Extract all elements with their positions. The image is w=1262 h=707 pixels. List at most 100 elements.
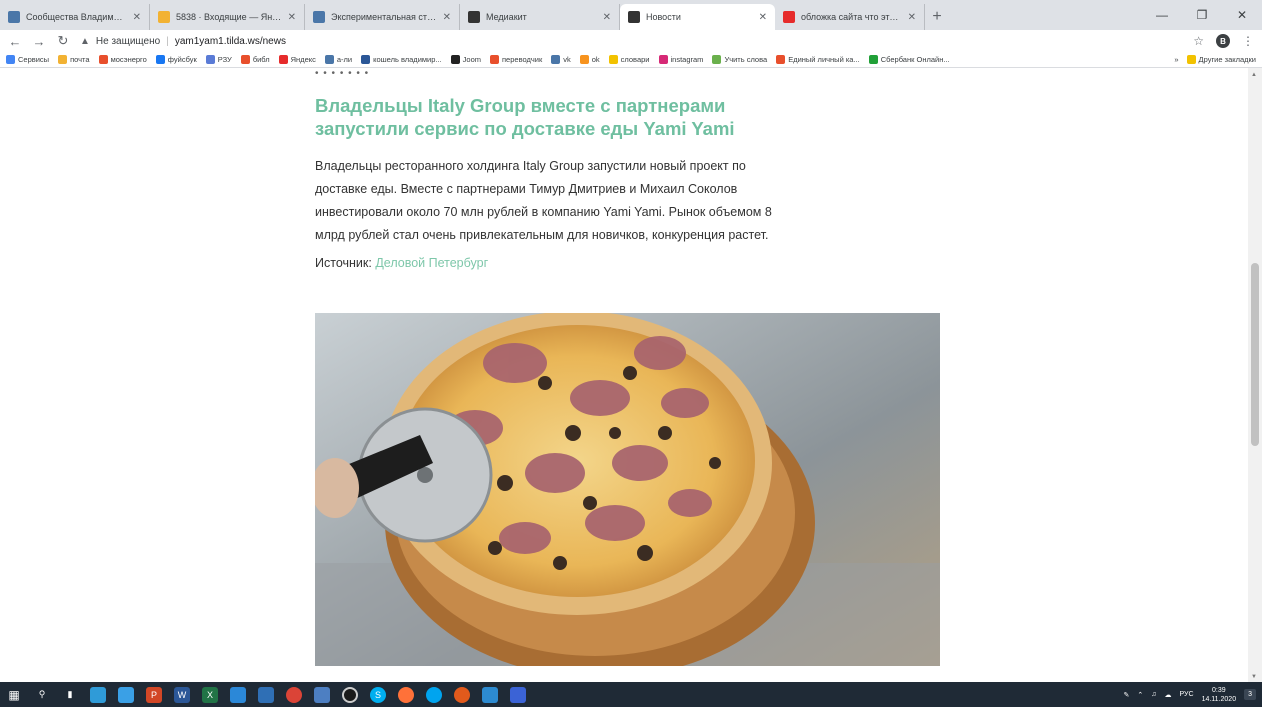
bookmark-item[interactable]: Учить слова xyxy=(712,55,767,64)
bookmark-item[interactable]: a-ли xyxy=(324,55,352,64)
bookmark-item[interactable]: мосэнерго xyxy=(98,55,147,64)
app-icon-4[interactable] xyxy=(426,686,442,703)
tray-expand-icon[interactable]: ⌃ xyxy=(1137,691,1143,699)
app-icon-5[interactable] xyxy=(454,686,470,703)
close-tab-icon[interactable]: ✕ xyxy=(759,12,767,23)
bookmark-item[interactable]: кошель владимир... xyxy=(361,55,442,64)
bookmark-label: ok xyxy=(591,55,600,64)
other-bookmarks-folder[interactable]: Другие закладки xyxy=(1186,55,1256,64)
clock-date: 14.11.2020 xyxy=(1201,695,1237,703)
vk-icon xyxy=(313,11,325,23)
browser-tab[interactable]: 5838 · Входящие — Яндекс.Почт ✕ xyxy=(150,4,305,30)
bookmark-item[interactable]: библ xyxy=(240,55,270,64)
bookmark-item[interactable]: РЗУ xyxy=(205,55,232,64)
browser-tab[interactable]: Экспериментальная студ. пресс ✕ xyxy=(305,4,460,30)
close-tab-icon[interactable]: ✕ xyxy=(443,12,451,23)
word-icon[interactable]: W xyxy=(174,686,190,703)
clock-time: 0:39 xyxy=(1212,686,1226,694)
calendar-icon[interactable] xyxy=(230,686,246,703)
forward-arrow-icon[interactable]: → xyxy=(32,34,46,49)
search-icon[interactable]: ⚲ xyxy=(34,687,50,703)
bookmark-item[interactable]: почта xyxy=(58,55,90,64)
people-icon[interactable]: ✎ xyxy=(1124,691,1130,699)
bookmark-item[interactable]: словари xyxy=(608,55,650,64)
bookmark-item[interactable]: ok xyxy=(579,55,600,64)
tab-title: Новости xyxy=(646,12,681,22)
notification-center-icon[interactable]: 3 xyxy=(1244,689,1256,700)
windows-start-icon[interactable]: ▦ xyxy=(6,687,22,703)
bookmark-item[interactable]: Joom xyxy=(450,55,481,64)
powerpoint-icon[interactable]: P xyxy=(146,686,162,703)
tab-title: Сообщества Владимира Кошел xyxy=(26,12,127,22)
bookmark-item[interactable]: Сервисы xyxy=(6,55,49,64)
app-icon-1[interactable] xyxy=(118,686,134,703)
minimize-icon[interactable]: — xyxy=(1142,0,1182,30)
bookmark-favicon-icon xyxy=(712,55,722,64)
source-link[interactable]: Деловой Петербург xyxy=(375,256,488,270)
close-tab-icon[interactable]: ✕ xyxy=(133,12,141,23)
app-icon-7[interactable] xyxy=(510,686,526,703)
app-icon-2[interactable] xyxy=(314,686,330,703)
bookmark-label: библ xyxy=(252,55,270,64)
photos-icon[interactable] xyxy=(258,686,274,703)
bookmark-item[interactable]: фуйсбук xyxy=(155,55,197,64)
firefox-icon[interactable] xyxy=(398,686,414,703)
network-icon[interactable]: ☁ xyxy=(1165,691,1172,699)
excel-icon[interactable]: X xyxy=(202,686,218,703)
browser-tab[interactable]: Медиакит ✕ xyxy=(460,4,620,30)
scrollbar-thumb[interactable] xyxy=(1251,262,1259,446)
article-source: Источник: Деловой Петербург xyxy=(315,256,488,270)
bookmark-label: Сбербанк Онлайн... xyxy=(880,55,950,64)
bookmark-item[interactable]: instagram xyxy=(658,55,704,64)
chrome-icon[interactable] xyxy=(286,686,302,703)
not-secure-label[interactable]: Не защищено xyxy=(96,36,160,47)
profile-avatar[interactable]: B xyxy=(1216,34,1230,48)
language-indicator[interactable]: РУС xyxy=(1180,691,1194,698)
url-text[interactable]: yam1yam1.tilda.ws/news xyxy=(175,36,286,47)
browser-tab[interactable]: Сообщества Владимира Кошел ✕ xyxy=(0,4,150,30)
reload-icon[interactable]: ↻ xyxy=(56,33,70,49)
scroll-up-icon[interactable]: ▲ xyxy=(1251,72,1257,78)
restore-icon[interactable]: ❐ xyxy=(1182,0,1222,30)
system-tray: ✎ ⌃ ♫ ☁ РУС 0:39 14.11.2020 3 xyxy=(1124,686,1256,704)
close-window-icon[interactable]: ✕ xyxy=(1222,0,1262,30)
app-icon-3[interactable] xyxy=(342,686,358,703)
folder-icon xyxy=(1186,55,1196,64)
close-tab-icon[interactable]: ✕ xyxy=(603,12,611,23)
skype-icon[interactable]: S xyxy=(370,686,386,703)
bookmark-item[interactable]: переводчик xyxy=(490,55,542,64)
scroll-down-icon[interactable]: ▼ xyxy=(1251,674,1257,680)
clock[interactable]: 0:39 14.11.2020 xyxy=(1202,686,1237,704)
back-arrow-icon[interactable]: ← xyxy=(8,34,22,49)
new-tab-button[interactable]: + xyxy=(925,4,949,30)
bookmark-item[interactable]: Единый личный ка... xyxy=(776,55,860,64)
browser-tab[interactable]: Новости ✕ xyxy=(620,4,775,30)
tab-title: обложка сайта что это — Яндек xyxy=(801,12,902,22)
bookmark-item[interactable]: Сбербанк Онлайн... xyxy=(868,55,950,64)
address-separator: | xyxy=(166,35,169,47)
bookmarks-overflow-button[interactable]: » xyxy=(1174,55,1178,64)
bookmark-favicon-icon xyxy=(58,55,68,64)
app-icon-6[interactable] xyxy=(482,686,498,703)
warning-icon[interactable]: ▲ xyxy=(80,36,90,47)
bookmark-label: почта xyxy=(70,55,90,64)
page-scrollbar[interactable]: ▲ ▼ xyxy=(1248,68,1262,682)
notification-count: 3 xyxy=(1248,691,1252,698)
bookmark-favicon-icon xyxy=(278,55,288,64)
browser-tab[interactable]: обложка сайта что это — Яндек ✕ xyxy=(775,4,925,30)
address-bar[interactable]: ▲ Не защищено | yam1yam1.tilda.ws/news xyxy=(80,36,1183,47)
bookmarks-bar: Сервисы почта мосэнерго фуйсбук РЗУ библ Яндек… xyxy=(0,52,1262,68)
close-tab-icon[interactable]: ✕ xyxy=(288,12,296,23)
edge-icon[interactable] xyxy=(90,686,106,703)
close-tab-icon[interactable]: ✕ xyxy=(908,12,916,23)
windows-taskbar: ▦ ⚲ ▮ P W X S ✎ ⌃ ♫ ☁ РУС 0:39 14.11.202… xyxy=(0,682,1262,707)
volume-icon[interactable]: ♫ xyxy=(1151,691,1156,698)
bookmark-item[interactable]: vk xyxy=(551,55,571,64)
bookmark-label: instagram xyxy=(670,55,704,64)
bookmark-label: Joom xyxy=(462,55,481,64)
bookmark-favicon-icon xyxy=(551,55,561,64)
star-icon[interactable]: ☆ xyxy=(1193,34,1204,48)
bookmark-item[interactable]: Яндекс xyxy=(278,55,316,64)
task-view-icon[interactable]: ▮ xyxy=(62,687,78,703)
menu-kebab-icon[interactable]: ⋮ xyxy=(1242,34,1254,48)
